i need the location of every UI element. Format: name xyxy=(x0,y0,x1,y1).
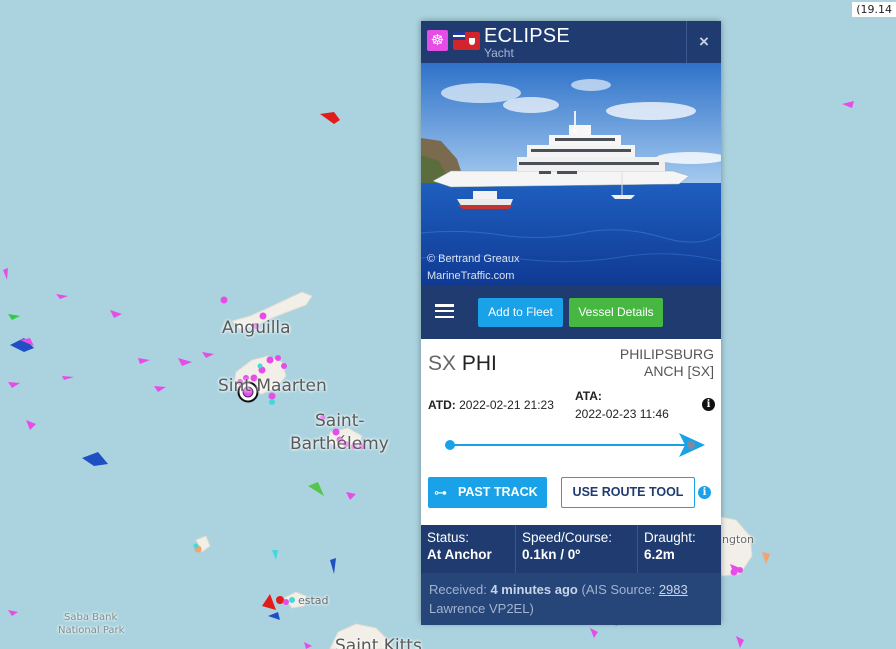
yacht-type-icon: ☸ xyxy=(427,30,448,51)
draught-cell: Draught: 6.2m xyxy=(644,530,696,562)
photo-credit-author: © Bertrand Greaux xyxy=(427,253,520,265)
label-saint-kitts: Saint Kitts xyxy=(335,636,422,649)
voyage-section: SX PHI PHILIPSBURG ANCH [SX] ATD: 2022-0… xyxy=(421,339,721,525)
ata-value: 2022-02-23 11:46 xyxy=(575,407,669,421)
route-tool-button[interactable]: USE ROUTE TOOL xyxy=(561,477,695,508)
arrival-port[interactable]: PHILIPSBURG ANCH [SX] xyxy=(620,346,714,380)
vessel-type: Yacht xyxy=(484,46,514,60)
popup-header: ☸ ECLIPSE Yacht × xyxy=(421,21,721,63)
popup-toolbar: Add to Fleet Vessel Details xyxy=(421,285,721,339)
label-saba-bank-line2: National Park xyxy=(58,625,125,636)
status-cell: Status: At Anchor xyxy=(421,525,516,573)
ata-label: ATA: xyxy=(575,389,602,403)
received-info: Received: 4 minutes ago (AIS Source: 298… xyxy=(421,573,721,625)
departure-port[interactable]: SX PHI xyxy=(428,352,497,376)
ais-source-link[interactable]: 2983 xyxy=(659,582,688,597)
ata-info-icon[interactable]: i xyxy=(702,398,715,411)
atd-row: ATD: 2022-02-21 21:23 xyxy=(428,398,554,412)
speed-course-cell: Speed/Course: 0.1kn / 0º xyxy=(516,525,638,573)
vessel-details-button[interactable]: Vessel Details xyxy=(569,298,663,327)
voyage-progress-bar xyxy=(445,433,705,457)
label-saint-barthelemy-line1: Saint- xyxy=(315,411,365,431)
label-saint-barthelemy-line2: Barthélemy xyxy=(290,434,389,454)
vessel-photo[interactable]: © Bertrand Greaux MarineTraffic.com xyxy=(421,63,721,285)
close-button[interactable]: × xyxy=(686,21,721,63)
past-track-button[interactable]: ⊶ PAST TRACK xyxy=(428,477,547,508)
bermuda-flag-icon xyxy=(453,32,480,50)
add-to-fleet-button[interactable]: Add to Fleet xyxy=(478,298,563,327)
label-saba-bank-line1: Saba Bank xyxy=(64,612,118,623)
label-codrington: ngton xyxy=(722,533,754,546)
label-sint-maarten: Sint Maarten xyxy=(218,376,327,396)
coordinate-readout: (19.14 xyxy=(852,2,896,17)
route-info-icon[interactable]: i xyxy=(698,486,711,499)
track-arrow-icon: ⊶ xyxy=(434,485,447,500)
label-anguilla: Anguilla xyxy=(222,318,291,338)
vessel-popup: ☸ ECLIPSE Yacht × © Bertrand Greaux Mari… xyxy=(421,21,721,625)
status-bar: Status: At Anchor Speed/Course: 0.1kn / … xyxy=(421,525,721,573)
menu-icon[interactable] xyxy=(435,304,454,319)
label-oranjestad: estad xyxy=(298,594,329,607)
vessel-name[interactable]: ECLIPSE xyxy=(484,25,570,48)
photo-credit-source: MarineTraffic.com xyxy=(427,270,515,282)
arrival-port-line2: ANCH [SX] xyxy=(643,363,714,379)
arrival-port-line1: PHILIPSBURG xyxy=(619,346,714,362)
